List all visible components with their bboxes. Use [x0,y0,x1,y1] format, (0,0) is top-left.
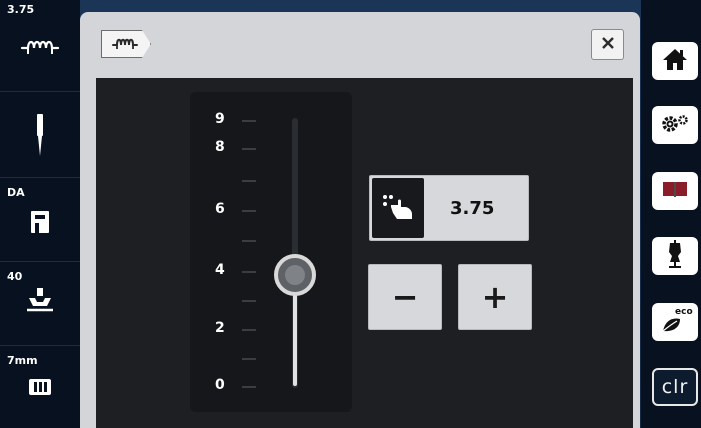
slider-tick [242,148,256,150]
stitch-plate-label: 7mm [7,354,38,367]
slider-label-0: 0 [215,377,225,393]
clear-label: clr [661,376,689,398]
slider-label-4: 4 [215,262,225,278]
settings-icon [660,112,690,138]
presser-foot-letter-icon [0,210,80,234]
stitch-plate-status[interactable]: 7mm [0,346,80,428]
eco-label: eco [675,307,693,317]
stitch-length-value: 3.75 [450,198,495,219]
decrease-button[interactable]: − [368,264,442,330]
stitch-length-icon [0,34,80,56]
sewing-consultant-button[interactable] [652,237,698,275]
needle-icon [0,114,80,156]
slider-tick [242,240,256,242]
clear-button[interactable]: clr [652,368,698,406]
foot-indicator-status[interactable]: DA [0,178,80,262]
slider-label-6: 6 [215,201,225,217]
left-status-sidebar: 3.75 DA 40 7mm [0,0,80,428]
slider-thumb-center [285,265,305,286]
panel-content [96,78,633,428]
guide-book-button[interactable] [652,172,698,210]
slider-tick [242,358,256,360]
home-button[interactable] [652,42,698,80]
slider-tick [242,271,256,273]
stitch-length-value-field[interactable]: 3.75 [369,175,529,241]
presser-foot-status[interactable]: 40 [0,262,80,346]
touch-hand-icon [372,178,424,238]
slider-tick [242,329,256,331]
right-navigation-sidebar: eco clr [641,0,701,428]
slider-label-8: 8 [215,139,225,155]
slider-tick [242,120,256,122]
presser-foot-label: 40 [7,270,23,283]
slider-thumb[interactable] [274,254,316,297]
stitch-length-status-value: 3.75 [7,3,35,16]
presser-foot-pressure-icon [0,288,80,314]
stitch-length-status[interactable]: 3.75 [0,0,80,92]
stitch-length-tab [101,30,151,58]
sewing-consultant-icon [666,240,684,272]
slider-tick [242,386,256,388]
guide-book-icon [661,180,689,202]
slider-tick [242,180,256,182]
close-button[interactable] [591,29,624,60]
increase-button[interactable]: + [458,264,532,330]
home-icon [662,47,688,75]
eco-icon: eco [660,307,693,335]
slider-label-2: 2 [215,320,225,336]
slider-tick [242,300,256,302]
slider-label-9: 9 [215,111,225,127]
close-icon [601,35,615,54]
settings-button[interactable] [652,106,698,144]
sewing-machine-screen: 3.75 DA 40 7mm 9 8 6 4 2 0 3.75 − + eco … [0,0,701,428]
foot-indicator-label: DA [7,186,25,199]
eco-button[interactable]: eco [652,303,698,341]
stitch-plate-icon [0,378,80,396]
stitch-length-icon [112,34,138,54]
slider-tick [242,210,256,212]
needle-status[interactable] [0,92,80,178]
